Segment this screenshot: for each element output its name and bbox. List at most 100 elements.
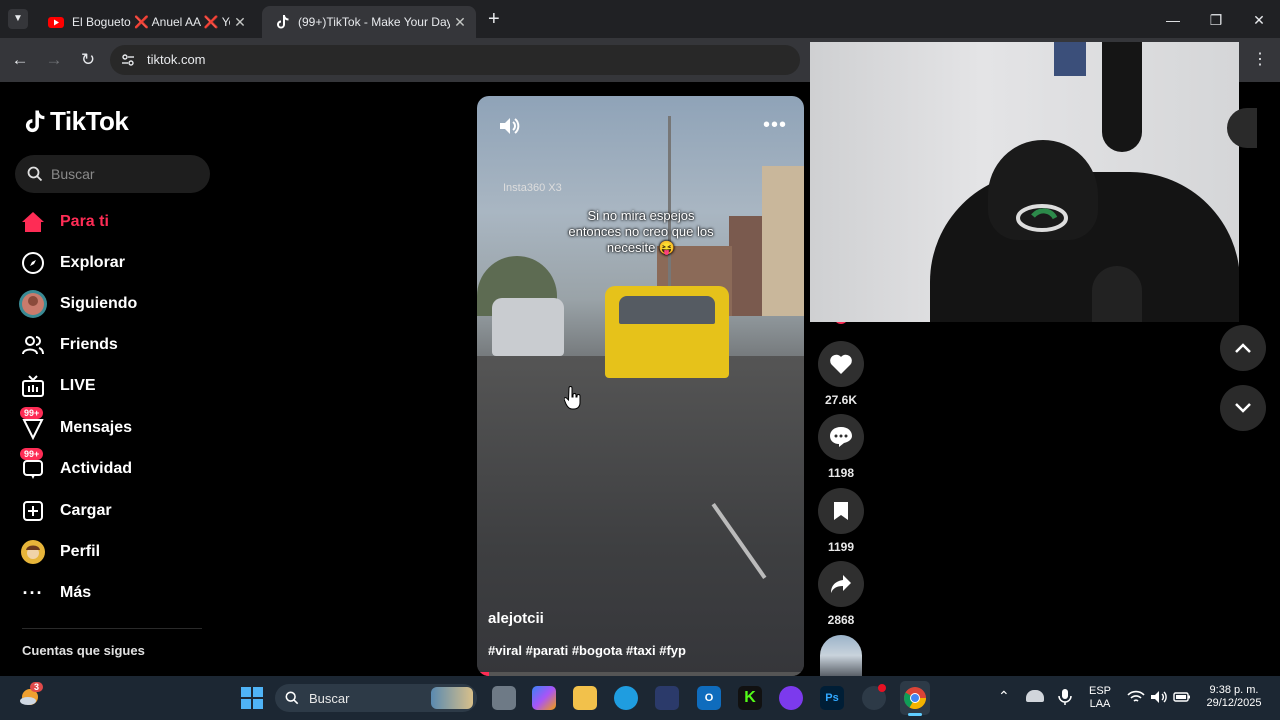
next-video-button[interactable]: [1220, 385, 1266, 431]
outlook-icon[interactable]: O: [697, 686, 721, 710]
wifi-icon[interactable]: [1127, 690, 1145, 704]
browser-menu-icon[interactable]: ⋮: [1252, 49, 1268, 69]
comment-count: 1198: [827, 466, 855, 480]
forward-icon[interactable]: →: [44, 50, 64, 70]
live-icon: [18, 371, 48, 401]
taskbar-search-label: Buscar: [309, 690, 350, 706]
sidebar-item-friends[interactable]: Friends: [18, 330, 118, 360]
url-text: tiktok.com: [147, 52, 206, 67]
sidebar-item-siguiendo[interactable]: Siguiendo: [18, 289, 137, 319]
music-disc-icon[interactable]: [820, 635, 862, 676]
video-player[interactable]: ••• Insta360 X3 Si no mira espejos enton…: [477, 96, 804, 676]
search-icon: [285, 691, 299, 705]
sidebar-item-label: LIVE: [60, 377, 96, 394]
sidebar-item-live[interactable]: LIVE: [18, 371, 96, 401]
copilot-icon[interactable]: [532, 686, 556, 710]
tiktok-logo[interactable]: TikTok: [22, 106, 129, 137]
taskbar-search[interactable]: Buscar: [275, 684, 477, 712]
sidebar-item-label: Más: [60, 584, 92, 601]
store-icon[interactable]: [655, 686, 679, 710]
clock-time: 9:38 p. m.: [1209, 684, 1259, 696]
restore-icon[interactable]: ❐: [1206, 10, 1226, 30]
window-close-icon[interactable]: ✕: [1249, 10, 1269, 30]
share-icon: [831, 575, 851, 593]
sidebar-item-actividad[interactable]: 99+ Actividad: [18, 448, 132, 484]
sidebar-item-label: Para ti: [60, 213, 109, 230]
file-explorer-icon[interactable]: [573, 686, 597, 710]
tab-title: (99+)TikTok - Make Your Day: [298, 15, 450, 29]
close-icon[interactable]: ✕: [450, 14, 470, 31]
minimize-icon[interactable]: —: [1163, 10, 1183, 30]
search-input[interactable]: Buscar: [15, 155, 210, 193]
tab-title: El Bogueto ❌ Anuel AA ❌ Yo: [72, 15, 230, 29]
like-count: 27.6K: [824, 393, 858, 407]
windows-start-icon[interactable]: [240, 686, 264, 710]
comment-button[interactable]: [818, 414, 864, 460]
search-placeholder: Buscar: [51, 166, 95, 182]
microphone-icon[interactable]: [1058, 688, 1072, 706]
sidebar-item-mas[interactable]: ··· Más: [18, 578, 92, 608]
video-hashtags[interactable]: #viral #parati #bogota #taxi #fyp: [488, 643, 686, 658]
app-circle-icon[interactable]: [779, 686, 803, 710]
close-icon[interactable]: ✕: [230, 14, 250, 31]
sidebar-item-perfil[interactable]: Perfil: [18, 537, 100, 567]
share-count: 2868: [827, 613, 855, 627]
tiktok-icon: [277, 15, 289, 29]
wall-poster: [1054, 42, 1086, 76]
edge-icon[interactable]: [614, 686, 638, 710]
back-icon[interactable]: ←: [10, 50, 30, 70]
previous-video-button[interactable]: [1220, 325, 1266, 371]
compass-icon: [18, 248, 48, 278]
tray-app-icon[interactable]: [1026, 690, 1044, 702]
tray-overflow-icon[interactable]: ⌃: [998, 688, 1010, 705]
tab-tiktok[interactable]: (99+)TikTok - Make Your Day ✕: [262, 6, 476, 38]
sidebar-item-label: Mensajes: [60, 419, 133, 436]
reload-icon[interactable]: ↻: [78, 50, 98, 70]
battery-icon[interactable]: [1173, 690, 1191, 704]
task-view-icon[interactable]: [492, 686, 516, 710]
weather-widget[interactable]: 3: [18, 682, 44, 708]
language-indicator[interactable]: ESP LAA: [1086, 685, 1114, 711]
video-car: [492, 298, 564, 356]
avatar-icon: [18, 289, 48, 319]
volume-tray-icon[interactable]: [1150, 690, 1168, 704]
search-icon: [27, 166, 43, 182]
recording-indicator: [878, 684, 886, 692]
kick-icon[interactable]: K: [738, 686, 762, 710]
video-more-options-icon[interactable]: •••: [763, 114, 787, 137]
video-caption: Si no mira espejos entonces no creo que …: [568, 208, 714, 255]
heart-icon: [830, 354, 852, 374]
site-info-icon[interactable]: [120, 52, 136, 68]
save-count: 1199: [827, 540, 855, 554]
tab-search-button[interactable]: ▼: [8, 9, 28, 29]
sidebar-divider: [22, 628, 202, 629]
logo-text: TikTok: [50, 106, 129, 136]
sidebar-item-para-ti[interactable]: Para ti: [18, 207, 109, 237]
sidebar-item-label: Siguiendo: [60, 295, 138, 312]
like-button[interactable]: [818, 341, 864, 387]
new-tab-button[interactable]: +: [488, 9, 500, 29]
sidebar-item-cargar[interactable]: Cargar: [18, 496, 112, 526]
chevron-up-icon: [1235, 343, 1251, 353]
camera-watermark: Insta360 X3: [503, 182, 562, 194]
sidebar-item-mensajes[interactable]: 99+ Mensajes: [18, 407, 133, 443]
video-author[interactable]: alejotcii: [488, 610, 544, 627]
cap-logo-icon: [1016, 204, 1068, 232]
photoshop-icon[interactable]: Ps: [820, 686, 844, 710]
active-app-indicator: [908, 713, 922, 716]
microphone: [1092, 266, 1142, 322]
more-icon: ···: [22, 582, 44, 603]
sidebar-item-explorar[interactable]: Explorar: [18, 248, 125, 278]
share-button[interactable]: [818, 561, 864, 607]
webcam-overlay: [810, 42, 1239, 322]
taskbar-clock[interactable]: 9:38 p. m. 29/12/2025: [1200, 684, 1268, 710]
tab-youtube[interactable]: El Bogueto ❌ Anuel AA ❌ Yo ✕: [36, 6, 256, 38]
volume-icon[interactable]: [497, 114, 521, 138]
save-button[interactable]: [818, 488, 864, 534]
keyboard-layout: LAA: [1089, 698, 1111, 710]
address-bar[interactable]: [110, 45, 800, 75]
bookmark-icon: [834, 502, 848, 520]
sidebar-item-label: Perfil: [60, 543, 101, 560]
sidebar-item-label: Friends: [60, 336, 118, 353]
profile-icon: [18, 537, 48, 567]
